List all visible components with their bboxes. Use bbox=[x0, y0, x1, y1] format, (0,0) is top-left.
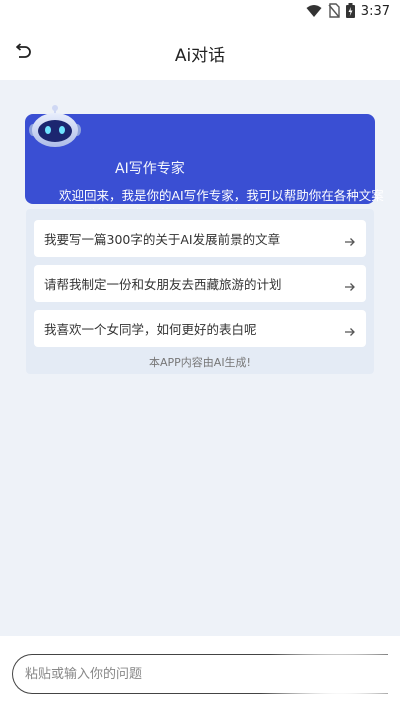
no-sim-icon bbox=[328, 2, 340, 22]
prompt-label: 我要写一篇300字的关于AI发展前景的文章 bbox=[44, 232, 281, 247]
robot-icon bbox=[28, 104, 82, 150]
question-input[interactable] bbox=[13, 655, 388, 693]
screen: 3:37 Ai对话 AI写作专家 欢迎回来，我是你的AI写作专家，我可以帮助你在… bbox=[0, 0, 400, 712]
prompt-item-confession[interactable]: 我喜欢一个女同学，如何更好的表白呢 bbox=[34, 310, 366, 347]
arrow-right-icon bbox=[344, 323, 356, 336]
ai-disclaimer: 本APP内容由AI生成! bbox=[149, 356, 251, 369]
arrow-right-icon bbox=[344, 233, 356, 246]
assistant-name: AI写作专家 bbox=[115, 161, 185, 177]
status-bar: 3:37 bbox=[0, 0, 400, 26]
chat-area: AI写作专家 欢迎回来，我是你的AI写作专家，我可以帮助你在各种文案上提供指导，… bbox=[0, 80, 400, 636]
prompt-item-article[interactable]: 我要写一篇300字的关于AI发展前景的文章 bbox=[34, 220, 366, 257]
status-time: 3:37 bbox=[360, 4, 390, 19]
page-title: Ai对话 bbox=[174, 46, 226, 66]
input-bar bbox=[0, 636, 400, 712]
prompt-label: 我喜欢一个女同学，如何更好的表白呢 bbox=[44, 322, 257, 337]
header: Ai对话 bbox=[0, 26, 400, 80]
prompt-label: 请帮我制定一份和女朋友去西藏旅游的计划 bbox=[44, 277, 282, 292]
prompt-item-travel-plan[interactable]: 请帮我制定一份和女朋友去西藏旅游的计划 bbox=[34, 265, 366, 302]
question-input-box[interactable] bbox=[12, 654, 388, 694]
battery-icon bbox=[345, 2, 355, 22]
arrow-right-icon bbox=[344, 278, 356, 291]
status-icons: 3:37 bbox=[306, 2, 390, 22]
wifi-icon bbox=[306, 3, 322, 22]
